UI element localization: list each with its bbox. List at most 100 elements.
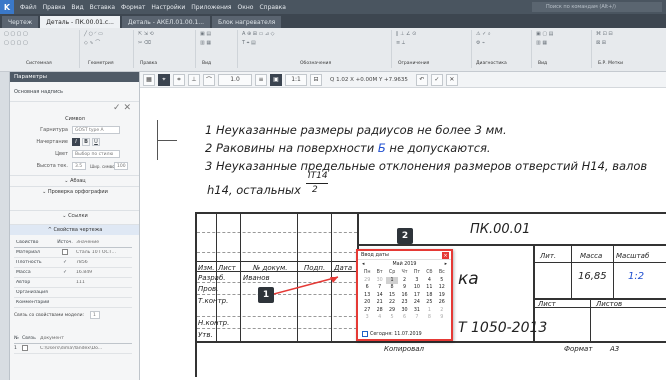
- ribbon-group-system[interactable]: ▢ ▢ ▢ ▢ ▢ ▢ ▢ ▢ Системная: [2, 30, 80, 68]
- tab-heater-block[interactable]: Блок нагревателя: [212, 16, 282, 28]
- calendar-day[interactable]: 2: [436, 307, 448, 314]
- calendar-day[interactable]: 4: [373, 314, 385, 321]
- ribbon-group-annotations[interactable]: A ⊕ ⊞ ▭ ⊿ ◇ T ⌖ ▤ Обозначения: [240, 30, 392, 68]
- menu-edit[interactable]: Правка: [43, 4, 66, 11]
- calendar-day[interactable]: 30: [398, 307, 410, 314]
- menu-file[interactable]: Файл: [20, 4, 37, 11]
- source-checkbox[interactable]: [62, 248, 68, 255]
- tab-part-1[interactable]: Деталь - ПК.00.01.c...: [40, 16, 120, 28]
- document-code[interactable]: ПК.00.01: [470, 222, 530, 237]
- scale-select[interactable]: 1.0: [218, 73, 253, 86]
- menu-help[interactable]: Справка: [259, 4, 285, 11]
- tab-part-2[interactable]: Деталь - АКЕЛ.01.00.1...: [121, 16, 211, 28]
- section-links[interactable]: ⌄ Ссылки: [10, 210, 139, 221]
- calendar-day[interactable]: 7: [411, 314, 423, 321]
- panel-confirm-icon[interactable]: ✓ ✕: [113, 103, 131, 113]
- filter-icon[interactable]: ⊟: [310, 73, 323, 86]
- prev-month-icon[interactable]: ◂: [362, 262, 364, 267]
- bold-toggle-icon[interactable]: B: [82, 138, 90, 146]
- underline-toggle-icon[interactable]: U: [92, 138, 100, 146]
- calendar-day[interactable]: 7: [373, 284, 385, 291]
- calendar-day[interactable]: 1: [385, 276, 399, 284]
- measure-icon[interactable]: ⌒: [203, 73, 216, 86]
- ribbon-group-diagnostics[interactable]: ⚠ ✓ ⌕ ⚙ ⌁ Диагностика: [474, 30, 532, 68]
- calendar-day[interactable]: 27: [361, 307, 373, 314]
- calendar-day[interactable]: 5: [436, 277, 448, 284]
- scale-value[interactable]: 1:2: [628, 271, 644, 282]
- calendar-day[interactable]: 8: [423, 314, 435, 321]
- calendar-day[interactable]: 20: [361, 299, 373, 306]
- calendar-day[interactable]: 29: [386, 307, 398, 314]
- calendar-day[interactable]: 29: [361, 277, 373, 284]
- month-label[interactable]: Май 2019: [393, 262, 417, 267]
- menu-window[interactable]: Окно: [238, 4, 254, 11]
- section-drawing-props[interactable]: ^ Свойства чертежа: [10, 224, 139, 235]
- font-select[interactable]: GOST type A: [72, 126, 120, 134]
- tech-note-3[interactable]: 3 Неуказанные предельные отклонения разм…: [205, 159, 647, 173]
- calendar-day[interactable]: 9: [436, 314, 448, 321]
- prop-value[interactable]: 7856: [76, 260, 132, 265]
- calendar-day[interactable]: 3: [361, 314, 373, 321]
- snap-icon[interactable]: ⌗: [173, 73, 185, 86]
- tech-note-4[interactable]: h14, остальных: [207, 183, 301, 197]
- menu-apps[interactable]: Приложения: [191, 4, 231, 11]
- table-row[interactable]: Автор 111: [14, 278, 132, 288]
- layer-icon[interactable]: ≡: [255, 73, 268, 86]
- doc-path[interactable]: C:\Users\dima\Yandex\Do...: [40, 346, 132, 351]
- next-month-icon[interactable]: ▸: [445, 262, 447, 267]
- view-icon[interactable]: ▣: [270, 73, 283, 86]
- razrab-name[interactable]: Иванов: [243, 274, 270, 282]
- material-gost[interactable]: Т 1050-2013: [458, 320, 547, 336]
- tech-note-2[interactable]: 2 Раковины на поверхности Б не допускают…: [205, 141, 491, 155]
- calendar-day[interactable]: 18: [423, 292, 435, 299]
- table-row[interactable]: Организация: [14, 288, 132, 298]
- ribbon-group-view[interactable]: ▣ ▤ ▥ ▦ Вид: [198, 30, 238, 68]
- calendar-day[interactable]: 23: [398, 299, 410, 306]
- table-row[interactable]: Материал Сталь 10 ГОСТ...: [14, 248, 132, 258]
- calendar-day[interactable]: 12: [436, 284, 448, 291]
- italic-toggle-icon[interactable]: I: [72, 138, 80, 146]
- calendar-day[interactable]: 24: [411, 299, 423, 306]
- calendar-day[interactable]: 1: [423, 307, 435, 314]
- tab-drawing[interactable]: Чертеж: [2, 16, 39, 28]
- ribbon-group-constraints[interactable]: ∥ ⊥ ∠ ⊙ ≡ ⟂ Ограничения: [394, 30, 472, 68]
- ratio-field[interactable]: 1:1: [285, 73, 308, 86]
- calendar-day[interactable]: 25: [423, 299, 435, 306]
- calendar-day[interactable]: 13: [361, 292, 373, 299]
- link-checkbox[interactable]: [22, 344, 28, 351]
- color-select[interactable]: Выбор по стилю: [72, 150, 120, 158]
- menu-view[interactable]: Вид: [71, 4, 83, 11]
- model-link-input[interactable]: 1: [90, 311, 100, 319]
- calendar-day[interactable]: 5: [386, 314, 398, 321]
- prop-value[interactable]: 111: [76, 280, 132, 285]
- calendar-day[interactable]: 9: [398, 284, 410, 291]
- calendar-day[interactable]: 31: [411, 307, 423, 314]
- source-checkbox[interactable]: ✓: [54, 260, 76, 265]
- ortho-icon[interactable]: ⊥: [188, 73, 200, 86]
- prop-value[interactable]: 16.849: [76, 270, 132, 275]
- calendar-day[interactable]: 6: [398, 314, 410, 321]
- calendar-day[interactable]: 15: [386, 292, 398, 299]
- calendar-day[interactable]: 22: [386, 299, 398, 306]
- ribbon-group-geometry[interactable]: ╱ ○ ◜ ▭ ◇ ∿ ⌒ Геометрия: [82, 30, 134, 68]
- section-paragraph[interactable]: ⌄ Абзац: [10, 175, 139, 186]
- width-pct-input[interactable]: 100: [114, 162, 128, 170]
- calendar-day[interactable]: 8: [386, 284, 398, 291]
- undo-icon[interactable]: ↶: [415, 73, 428, 86]
- grid-icon[interactable]: ▦: [143, 73, 155, 86]
- table-row[interactable]: Масса ✓ 16.849: [14, 268, 132, 278]
- calendar-day[interactable]: 28: [373, 307, 385, 314]
- calendar-day[interactable]: 30: [373, 277, 385, 284]
- menu-settings[interactable]: Настройки: [151, 4, 185, 11]
- height-input[interactable]: 3.5: [72, 162, 86, 170]
- confirm-icon[interactable]: ✓: [430, 73, 443, 86]
- close-icon[interactable]: ×: [442, 252, 449, 259]
- ribbon-group-edit[interactable]: ⇱ ⇲ ⟲ ✂ ⌫ Правка: [136, 30, 196, 68]
- calendar-day[interactable]: 4: [423, 277, 435, 284]
- tech-note-1[interactable]: 1 Неуказанные размеры радиусов не более …: [205, 123, 507, 137]
- calendar-day[interactable]: 10: [411, 284, 423, 291]
- calendar-day[interactable]: 14: [373, 292, 385, 299]
- today-link[interactable]: Сегодня: 11.07.2019: [362, 331, 422, 337]
- table-row[interactable]: Комментарий: [14, 298, 132, 308]
- menu-format[interactable]: Формат: [121, 4, 145, 11]
